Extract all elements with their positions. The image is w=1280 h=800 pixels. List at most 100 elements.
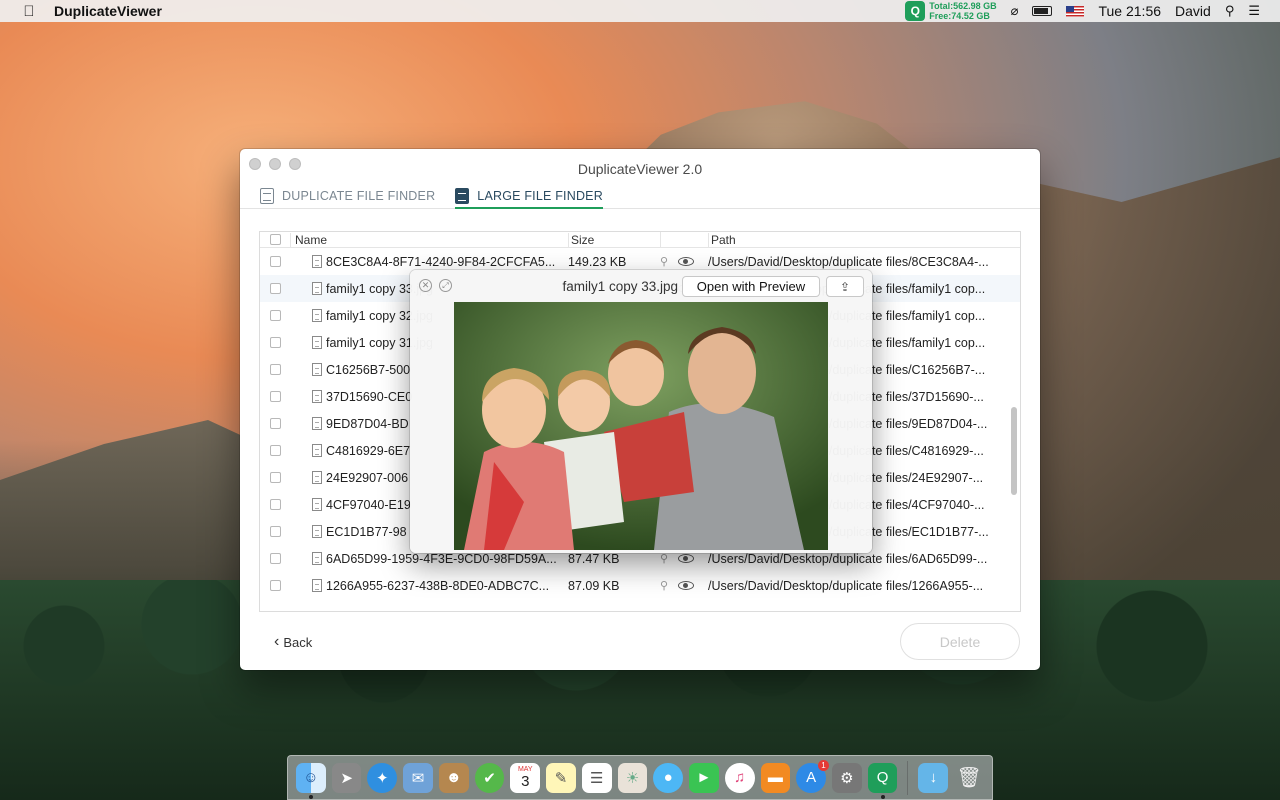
spotlight-search-icon[interactable]: ⚲	[1225, 3, 1235, 19]
row-checkbox[interactable]	[269, 418, 281, 429]
file-icon	[312, 255, 322, 268]
row-filename: 24E92907-006	[326, 470, 409, 485]
file-icon	[312, 309, 322, 322]
row-filename: 8CE3C8A4-8F71-4240-9F84-2CFCFA5...	[326, 254, 556, 269]
open-with-preview-button[interactable]: Open with Preview	[682, 276, 820, 297]
disk-free-text: Free:74.52 GB	[929, 11, 990, 21]
column-header-path[interactable]: Path	[708, 232, 1020, 247]
disk-status-widget[interactable]: Q Total:562.98 GB Free:74.52 GB	[905, 1, 997, 21]
column-header-size[interactable]: Size	[568, 232, 660, 247]
notes-app-icon[interactable]: ✎	[546, 762, 576, 793]
preview-eye-icon[interactable]	[678, 581, 695, 590]
app-menu-name[interactable]: DuplicateViewer	[54, 3, 162, 19]
battery-icon[interactable]	[1032, 6, 1053, 16]
back-label: Back	[283, 634, 313, 650]
finder-app-icon[interactable]: ☺	[296, 762, 326, 799]
row-checkbox[interactable]	[269, 283, 281, 294]
duplicate-document-icon	[260, 187, 274, 204]
back-button[interactable]: ‹ Back	[274, 633, 312, 651]
launchpad-app-icon[interactable]: ➤	[331, 762, 362, 793]
row-checkbox[interactable]	[269, 445, 281, 456]
duplicateviewer-app-icon[interactable]: Q	[867, 762, 898, 799]
disk-total-text: Total:562.98 GB	[929, 1, 997, 11]
ibooks-app-icon[interactable]: ▬	[760, 762, 791, 793]
row-name-cell: 1266A955-6237-438B-8DE0-ADBC7C...	[290, 579, 568, 593]
table-header: Name Size Path	[260, 232, 1020, 248]
preview-eye-icon[interactable]	[678, 257, 695, 266]
photos-app-icon[interactable]: ☀	[617, 762, 648, 793]
row-path: /Users/David/Desktop/duplicate files/8CE…	[708, 254, 989, 269]
share-icon[interactable]: ⇪	[826, 276, 864, 297]
downloads-folder-icon[interactable]: ↓	[918, 762, 949, 793]
facetime-app-icon[interactable]: ►	[689, 762, 719, 793]
app-store-app-icon[interactable]: A1	[796, 759, 830, 793]
itunes-app-icon[interactable]: ♫	[724, 762, 755, 793]
row-actions: ⚲	[660, 552, 708, 565]
row-filename: C4816929-6E7	[326, 443, 411, 458]
row-checkbox[interactable]	[269, 310, 281, 321]
row-filename: EC1D1B77-98	[326, 524, 407, 539]
messages-app-icon[interactable]: ●	[653, 762, 684, 793]
row-checkbox[interactable]	[269, 553, 281, 564]
file-icon	[312, 444, 322, 457]
tab-label: DUPLICATE FILE FINDER	[282, 188, 436, 203]
app-store-badge: 1	[818, 759, 830, 771]
file-icon	[312, 417, 322, 430]
safari-app-icon[interactable]: ✦	[367, 762, 398, 793]
column-header-name[interactable]: Name	[290, 232, 568, 247]
select-all-checkbox[interactable]	[269, 234, 281, 245]
row-size: 149.23 KB	[568, 254, 627, 269]
trash-icon[interactable]: 🗑	[954, 763, 984, 793]
window-title: DuplicateViewer 2.0	[577, 161, 703, 177]
row-checkbox[interactable]	[269, 526, 281, 537]
tab-large-file-finder[interactable]: LARGE FILE FINDER	[455, 187, 603, 209]
preview-eye-icon[interactable]	[678, 554, 695, 563]
row-checkbox[interactable]	[269, 256, 281, 267]
notification-center-icon[interactable]: ☰	[1248, 3, 1260, 19]
row-checkbox[interactable]	[269, 364, 281, 375]
system-preferences-app-icon[interactable]: ⚙	[832, 762, 862, 793]
dock-separator	[907, 760, 909, 795]
clock[interactable]: Tue 21:56	[1098, 3, 1161, 19]
file-icon	[312, 579, 322, 592]
file-icon	[312, 552, 322, 565]
reveal-magnifier-icon[interactable]: ⚲	[660, 579, 668, 592]
fullscreen-icon[interactable]: ⤢	[439, 279, 452, 292]
vertical-scrollbar[interactable]	[1011, 407, 1017, 495]
row-actions: ⚲	[660, 255, 708, 268]
file-icon	[312, 336, 322, 349]
input-source-flag-icon[interactable]	[1066, 5, 1085, 17]
tab-duplicate-file-finder[interactable]: DUPLICATE FILE FINDER	[260, 187, 435, 208]
calendar-app-icon[interactable]: MAY 3	[510, 762, 541, 793]
row-filename: 9ED87D04-BD	[326, 416, 409, 431]
file-icon	[312, 363, 322, 376]
quick-look-filename: family1 copy 33.jpg	[562, 279, 678, 294]
wifi-icon[interactable]: ⌀	[1011, 3, 1019, 19]
table-row[interactable]: 1266A955-6237-438B-8DE0-ADBC7C... 87.09 …	[260, 572, 1020, 599]
row-actions: ⚲	[660, 579, 708, 592]
tab-label: LARGE FILE FINDER	[477, 188, 603, 203]
row-checkbox[interactable]	[269, 337, 281, 348]
column-header-actions	[660, 232, 708, 247]
mail-app-icon[interactable]: ✉	[403, 762, 433, 793]
dock: ☺ ➤ ✦ ✉ ☻ ✔ MAY 3 ✎ ☰ ☀ ● ► ♫ ▬ A1 ⚙ Q ↓…	[287, 755, 993, 800]
family-photo-preview	[454, 302, 828, 550]
close-icon[interactable]: ✕	[419, 279, 432, 292]
reminders-app-icon[interactable]: ☰	[581, 762, 612, 793]
row-checkbox[interactable]	[269, 580, 281, 591]
row-checkbox[interactable]	[269, 472, 281, 483]
menu-bar:  DuplicateViewer Q Total:562.98 GB Free…	[0, 0, 1280, 22]
row-checkbox[interactable]	[269, 391, 281, 402]
user-menu[interactable]: David	[1175, 3, 1211, 19]
contacts-app-icon[interactable]: ☻	[438, 762, 469, 793]
reveal-magnifier-icon[interactable]: ⚲	[660, 255, 668, 268]
chevron-left-icon: ‹	[274, 633, 280, 650]
row-checkbox[interactable]	[269, 499, 281, 510]
cleaner-app-icon[interactable]: ✔	[474, 762, 505, 793]
delete-button[interactable]: Delete	[900, 623, 1020, 660]
file-icon	[312, 471, 322, 484]
apple-menu-icon[interactable]: 	[18, 0, 40, 22]
reveal-magnifier-icon[interactable]: ⚲	[660, 552, 668, 565]
row-filename: 6AD65D99-1959-4F3E-9CD0-98FD59A...	[326, 551, 557, 566]
title-bar: DuplicateViewer 2.0	[240, 149, 1040, 187]
